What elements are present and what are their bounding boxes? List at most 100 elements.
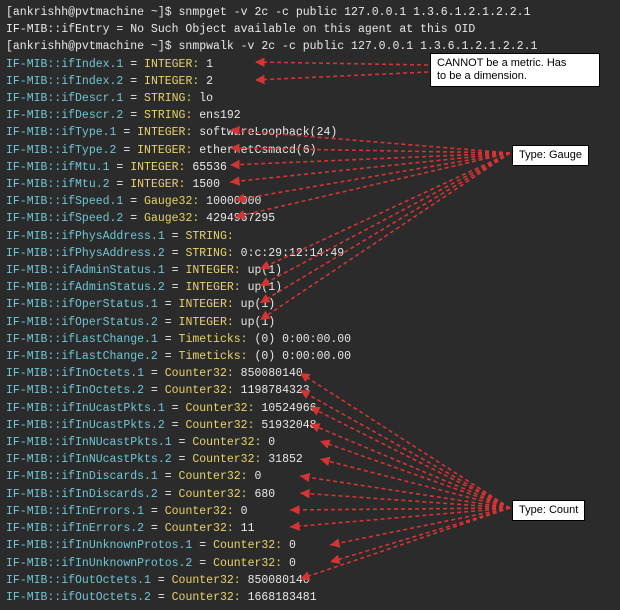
value: 0 [289,557,296,570]
value-type: Counter32: [192,453,268,466]
equals: = [158,470,179,483]
mib-key: IF-MIB::ifIndex.1 [6,58,123,71]
snmp-row: IF-MIB::ifPhysAddress.1 = STRING: [6,228,614,245]
value: 51932048 [261,419,316,432]
snmp-row: IF-MIB::ifSpeed.2 = Gauge32: 4294967295 [6,210,614,227]
value-type: Counter32: [185,402,261,415]
snmp-row: IF-MIB::ifLastChange.1 = Timeticks: (0) … [6,331,614,348]
value: up(1) [241,298,276,311]
value-type: INTEGER: [137,126,199,139]
value: 850080140 [241,367,303,380]
prompt-host-2: [ankrishh@pvtmachine ~]$ [6,40,179,53]
equals: = [123,212,144,225]
response-line-1: IF-MIB::ifEntry = No Such Object availab… [6,21,614,38]
mib-key: IF-MIB::ifSpeed.1 [6,195,123,208]
snmp-row: IF-MIB::ifInUnknownProtos.1 = Counter32:… [6,537,614,554]
value-type: Gauge32: [144,212,206,225]
snmp-row: IF-MIB::ifType.1 = INTEGER: softwareLoop… [6,124,614,141]
value-type: Counter32: [185,419,261,432]
annotation-count: Type: Count [512,500,585,521]
value: 10524966 [261,402,316,415]
snmp-row: IF-MIB::ifInUnknownProtos.2 = Counter32:… [6,555,614,572]
equals: = [165,247,186,260]
value-type: Counter32: [165,505,241,518]
snmp-row: IF-MIB::ifInUcastPkts.1 = Counter32: 105… [6,400,614,417]
mib-key: IF-MIB::ifOutOctets.2 [6,591,151,604]
mib-key: IF-MIB::ifInErrors.2 [6,522,144,535]
mib-key: IF-MIB::ifOutOctets.1 [6,574,151,587]
mib-key: IF-MIB::ifAdminStatus.1 [6,264,165,277]
prompt-cmd-1: snmpget -v 2c -c public 127.0.0.1 1.3.6.… [179,6,531,19]
value: 0 [241,505,248,518]
equals: = [144,522,165,535]
equals: = [165,419,186,432]
value-type: INTEGER: [130,161,192,174]
value: up(1) [248,281,283,294]
value-type: INTEGER: [144,75,206,88]
snmp-row: IF-MIB::ifAdminStatus.1 = INTEGER: up(1) [6,262,614,279]
mib-key: IF-MIB::ifInNUcastPkts.2 [6,453,172,466]
value-type: Counter32: [213,539,289,552]
value-type: Counter32: [179,470,255,483]
value-type: STRING: [185,247,240,260]
value-type: Counter32: [192,436,268,449]
value-type: INTEGER: [179,298,241,311]
equals: = [158,298,179,311]
equals: = [151,591,172,604]
value-type: Counter32: [172,591,248,604]
mib-key: IF-MIB::ifAdminStatus.2 [6,281,165,294]
equals: = [116,144,137,157]
equals: = [192,557,213,570]
equals: = [192,539,213,552]
equals: = [123,92,144,105]
value-type: INTEGER: [130,178,192,191]
snmp-row: IF-MIB::ifInOctets.1 = Counter32: 850080… [6,365,614,382]
value: 1500 [192,178,220,191]
snmp-row: IF-MIB::ifDescr.1 = STRING: lo [6,90,614,107]
snmp-row: IF-MIB::ifPhysAddress.2 = STRING: 0:c:29… [6,245,614,262]
equals: = [151,574,172,587]
equals: = [123,75,144,88]
equals: = [158,316,179,329]
snmp-row: IF-MIB::ifOutOctets.2 = Counter32: 16681… [6,589,614,606]
value-type: Timeticks: [179,350,255,363]
snmp-row: IF-MIB::ifInDiscards.1 = Counter32: 0 [6,468,614,485]
value-type: Counter32: [179,488,255,501]
value: 10000000 [206,195,261,208]
value: 31852 [268,453,303,466]
equals: = [172,453,193,466]
mib-key: IF-MIB::ifType.1 [6,126,116,139]
snmp-row: IF-MIB::ifDescr.2 = STRING: ens192 [6,107,614,124]
prompt-host-1: [ankrishh@pvtmachine ~]$ [6,6,179,19]
mib-key: IF-MIB::ifInOctets.2 [6,384,144,397]
value: (0) 0:00:00.00 [254,350,351,363]
value-type: Counter32: [165,522,241,535]
mib-key: IF-MIB::ifSpeed.2 [6,212,123,225]
snmp-row: IF-MIB::ifOperStatus.2 = INTEGER: up(1) [6,314,614,331]
mib-key: IF-MIB::ifInUnknownProtos.1 [6,539,192,552]
snmp-row: IF-MIB::ifOutOctets.1 = Counter32: 85008… [6,572,614,589]
equals: = [110,161,131,174]
annotation-gauge: Type: Gauge [512,145,589,166]
mib-key: IF-MIB::ifType.2 [6,144,116,157]
mib-key: IF-MIB::ifInErrors.1 [6,505,144,518]
equals: = [165,264,186,277]
equals: = [110,178,131,191]
mib-key: IF-MIB::ifInDiscards.2 [6,488,158,501]
value-type: Timeticks: [179,333,255,346]
value-type: INTEGER: [144,58,206,71]
snmp-row: IF-MIB::ifAdminStatus.2 = INTEGER: up(1) [6,279,614,296]
mib-key: IF-MIB::ifLastChange.1 [6,333,158,346]
value: 0:c:29:12:14:49 [241,247,345,260]
value: 2 [206,75,213,88]
snmp-row: IF-MIB::ifInOctets.2 = Counter32: 119878… [6,382,614,399]
value: ethernetCsmacd(6) [199,144,316,157]
value: 11 [241,522,255,535]
mib-key: IF-MIB::ifInDiscards.1 [6,470,158,483]
equals: = [123,58,144,71]
mib-key: IF-MIB::ifMtu.1 [6,161,110,174]
snmp-row: IF-MIB::ifInErrors.2 = Counter32: 11 [6,520,614,537]
value: lo [199,92,213,105]
mib-key: IF-MIB::ifOperStatus.1 [6,298,158,311]
value: softwareLoopback(24) [199,126,337,139]
